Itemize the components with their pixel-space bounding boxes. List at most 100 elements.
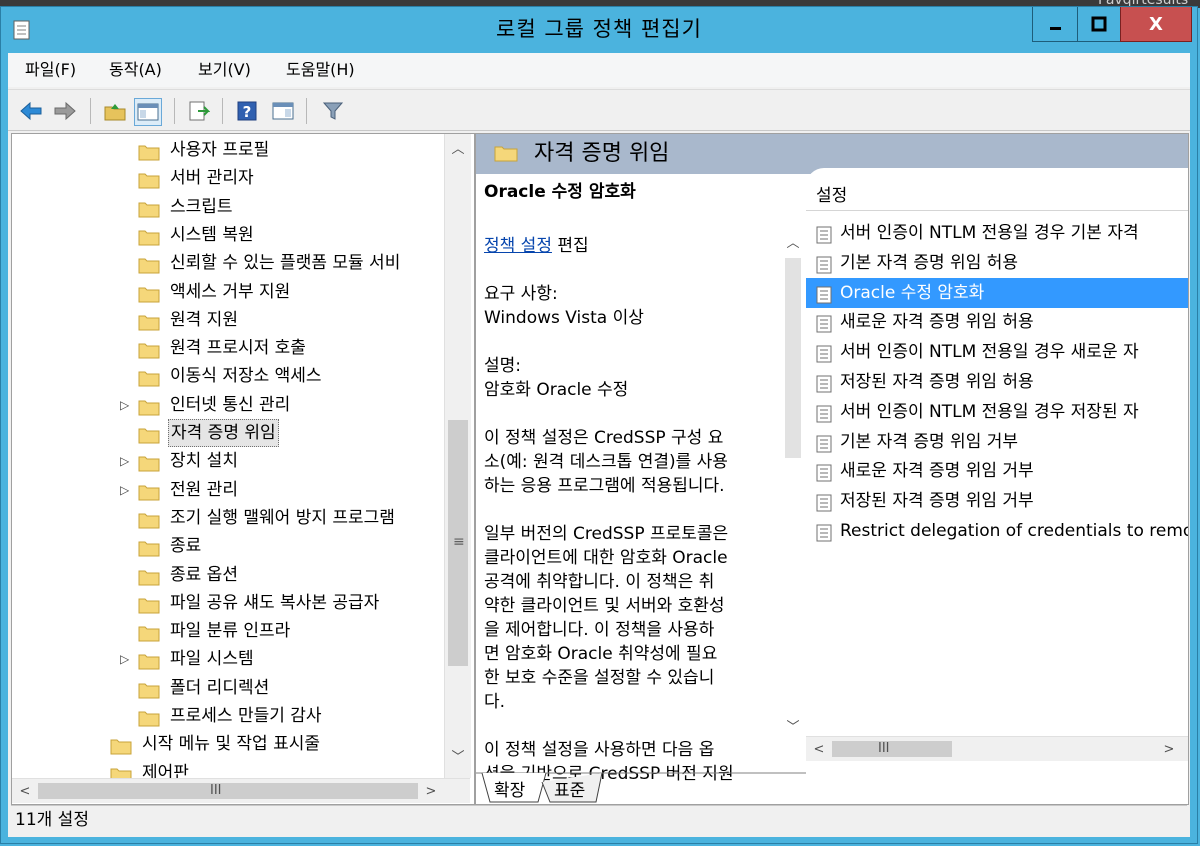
details-pane: 자격 증명 위임 Oracle 수정 암호화 정책 설정 편집 요구 사항: W… [475, 133, 1189, 805]
list-horizontal-scrollbar[interactable]: < III > [806, 736, 1188, 761]
show-hide-tree-icon[interactable] [134, 98, 162, 126]
description-paragraph: 이 정책 설정은 CredSSP 구성 요 소(예: 원격 데스크톱 연결)를 사… [484, 426, 780, 498]
edit-line: 정책 설정 편집 [484, 234, 780, 258]
folder-icon [138, 227, 160, 246]
requirements-label: 요구 사항: [484, 284, 558, 304]
setting-row[interactable]: 기본 자격 증명 위임 거부 [806, 427, 1188, 457]
scroll-right-icon[interactable]: > [420, 780, 442, 802]
setting-row[interactable]: 기본 자격 증명 위임 허용 [806, 248, 1188, 278]
policy-setting-icon [816, 462, 832, 482]
tree-item[interactable]: 이동식 저장소 액세스 [12, 362, 444, 390]
scroll-up-icon[interactable]: ︿ [447, 136, 469, 158]
folder-icon [138, 538, 160, 557]
export-list-icon[interactable] [186, 98, 212, 124]
tree-item[interactable]: 조기 실행 맬웨어 방지 프로그램 [12, 504, 444, 532]
folder-icon [138, 255, 160, 274]
setting-row[interactable]: 저장된 자격 증명 위임 거부 [806, 486, 1188, 516]
tree-item[interactable]: 신뢰할 수 있는 플랫폼 모듈 서비 [12, 249, 444, 277]
app-window: 로컬 그룹 정책 편집기 X 파일(F) 동작(A) 보기(V) 도움말(H) [0, 6, 1198, 844]
back-arrow-icon[interactable] [18, 98, 44, 124]
tab-extended[interactable]: 확장 [494, 776, 525, 801]
tree-hscroll-thumb[interactable] [38, 783, 418, 799]
tree-item[interactable]: 시스템 복원 [12, 221, 444, 249]
menu-action[interactable]: 동작(A) [109, 58, 162, 82]
settings-column-header[interactable]: 설정 [806, 182, 1188, 211]
tree-item-label: 시작 메뉴 및 작업 표시줄 [142, 734, 321, 755]
policy-setting-icon [816, 403, 832, 423]
menu-view[interactable]: 보기(V) [198, 58, 251, 82]
properties-pane-icon[interactable] [270, 98, 296, 124]
setting-row[interactable]: 새로운 자격 증명 위임 거부 [806, 456, 1188, 486]
setting-row[interactable]: Restrict delegation of credentials to re… [806, 516, 1188, 546]
setting-row[interactable]: 서버 인증이 NTLM 전용일 경우 저장된 자 [806, 397, 1188, 427]
policy-setting-icon [816, 224, 832, 244]
tree-item[interactable]: 서버 관리자 [12, 164, 444, 192]
tree-item[interactable]: 스크립트 [12, 193, 444, 221]
toolbar: ? [8, 89, 1190, 131]
folder-icon [138, 680, 160, 699]
tree-item[interactable]: ▷ 파일 시스템 [12, 645, 444, 673]
tree-item[interactable]: 프로세스 만들기 감사 [12, 702, 444, 730]
expand-icon[interactable]: ▷ [120, 645, 129, 673]
tree-vertical-scrollbar[interactable]: ︿ ≡ ﹀ [444, 134, 471, 778]
menu-help[interactable]: 도움말(H) [286, 58, 355, 82]
maximize-button[interactable] [1077, 7, 1121, 42]
setting-row[interactable]: 새로운 자격 증명 위임 허용 [806, 307, 1188, 337]
tree-horizontal-scrollbar[interactable]: < III > [12, 778, 470, 803]
filter-icon[interactable] [320, 98, 346, 124]
tree-item[interactable]: 원격 프로시저 호출 [12, 334, 444, 362]
scroll-left-icon[interactable]: < [808, 738, 830, 760]
scroll-down-icon[interactable]: ﹀ [447, 744, 469, 766]
tree-item[interactable]: 사용자 프로필 [12, 136, 444, 164]
up-folder-icon[interactable] [102, 98, 128, 124]
expand-icon[interactable]: ▷ [120, 476, 129, 504]
forward-arrow-icon[interactable] [52, 98, 78, 124]
list-hscroll-thumb[interactable] [832, 741, 952, 757]
tree-item[interactable]: 시작 메뉴 및 작업 표시줄 [12, 730, 444, 758]
toolbar-separator [90, 98, 91, 124]
setting-label: 저장된 자격 증명 위임 거부 [840, 491, 1034, 512]
tree-pane[interactable]: 사용자 프로필서버 관리자 스크립트 시스템 복원 신뢰할 수 있는 플랫폼 모듈 서… [11, 133, 475, 805]
tree-item[interactable]: ▷ 인터넷 통신 관리 [12, 391, 444, 419]
tree-item[interactable]: 종료 옵션 [12, 561, 444, 589]
close-button[interactable]: X [1120, 7, 1192, 42]
tree-item[interactable]: 파일 공유 섀도 복사본 공급자 [12, 589, 444, 617]
policy-settings-link[interactable]: 정책 설정 [484, 236, 552, 256]
tree-item[interactable]: 파일 분류 인프라 [12, 617, 444, 645]
scroll-down-icon[interactable]: ﹀ [782, 714, 804, 736]
toolbar-separator [306, 98, 307, 124]
edit-text: 편집 [551, 236, 589, 256]
tab-standard[interactable]: 표준 [554, 776, 585, 801]
minimize-button[interactable] [1032, 7, 1078, 42]
description-scrollbar[interactable]: ︿ ﹀ [780, 174, 806, 772]
help-icon[interactable]: ? [234, 98, 260, 124]
window-title: 로컬 그룹 정책 편집기 [496, 17, 702, 41]
tree-item[interactable]: 종료 [12, 532, 444, 560]
scroll-right-icon[interactable]: > [1158, 738, 1180, 760]
scroll-up-icon[interactable]: ︿ [782, 230, 804, 252]
setting-label: 기본 자격 증명 위임 거부 [840, 431, 1019, 452]
tree-item-label: 파일 시스템 [170, 649, 254, 670]
description-line: 이 정책 설정은 CredSSP 구성 요 [484, 428, 724, 448]
tree-item[interactable]: 원격 지원 [12, 306, 444, 334]
tree-item[interactable]: 제어판 [12, 759, 444, 778]
setting-row[interactable]: 서버 인증이 NTLM 전용일 경우 새로운 자 [806, 337, 1188, 367]
tree-item[interactable]: 액세스 거부 지원 [12, 278, 444, 306]
menu-file[interactable]: 파일(F) [25, 58, 76, 82]
description-scroll-thumb[interactable] [785, 258, 801, 458]
setting-row[interactable]: 서버 인증이 NTLM 전용일 경우 기본 자격 [806, 218, 1188, 248]
scroll-left-icon[interactable]: < [14, 780, 36, 802]
title-bar[interactable]: 로컬 그룹 정책 편집기 X [1, 7, 1197, 51]
expand-icon[interactable]: ▷ [120, 447, 129, 475]
setting-row[interactable]: Oracle 수정 암호화 [806, 277, 1188, 308]
setting-row[interactable]: 저장된 자격 증명 위임 허용 [806, 367, 1188, 397]
expand-icon[interactable]: ▷ [120, 391, 129, 419]
folder-icon [138, 170, 160, 189]
tree-item-label: 사용자 프로필 [170, 140, 270, 160]
tree-item[interactable]: 자격 증명 위임 [12, 419, 444, 447]
folder-icon [138, 651, 160, 670]
tree-item[interactable]: ▷ 장치 설치 [12, 447, 444, 475]
tree-item[interactable]: 폴더 리디렉션 [12, 674, 444, 702]
tree-item[interactable]: ▷ 전원 관리 [12, 476, 444, 504]
setting-label: Restrict delegation of credentials to re… [840, 521, 1188, 541]
